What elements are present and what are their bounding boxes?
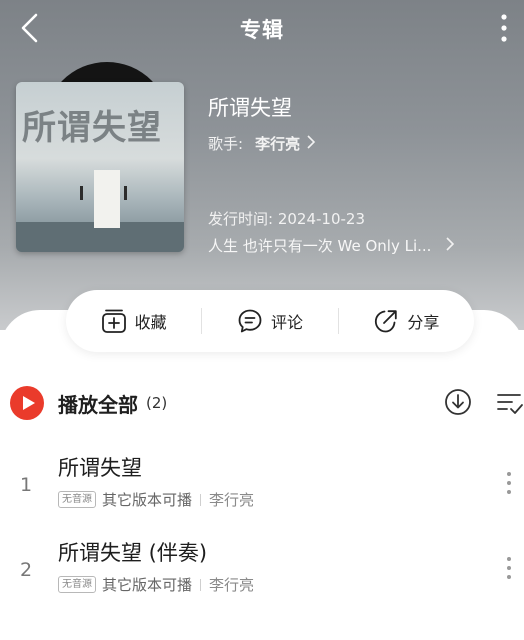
page-title: 专辑 bbox=[240, 18, 284, 42]
share-icon bbox=[375, 310, 398, 333]
comment-icon bbox=[238, 309, 262, 333]
track-meta: 无音源 其它版本可播 李行亮 bbox=[58, 574, 254, 595]
chevron-right-icon bbox=[306, 135, 316, 153]
track-more-button[interactable] bbox=[502, 468, 516, 498]
play-all-button[interactable]: 播放全部 (2) bbox=[10, 384, 167, 422]
play-all-label: 播放全部 bbox=[58, 392, 138, 417]
collect-button[interactable]: 收藏 bbox=[66, 290, 201, 352]
track-more-button[interactable] bbox=[502, 553, 516, 583]
cover-door-art bbox=[94, 170, 120, 228]
no-source-badge: 无音源 bbox=[58, 576, 96, 593]
album-description: 人生 也许只有一次 We Only Li... bbox=[208, 237, 432, 255]
top-bar: 专辑 bbox=[0, 0, 524, 56]
collect-icon bbox=[101, 309, 126, 333]
track-number: 1 bbox=[19, 474, 33, 496]
track-artist: 李行亮 bbox=[209, 491, 255, 509]
more-vertical-icon bbox=[501, 14, 507, 42]
track-title: 所谓失望 (伴奏) bbox=[58, 541, 208, 565]
track-title: 所谓失望 bbox=[58, 456, 142, 480]
more-button[interactable] bbox=[494, 10, 514, 46]
track-row[interactable]: 1 所谓失望 无音源 其它版本可播 李行亮 bbox=[0, 448, 524, 518]
cover-title-art: 所谓失望 bbox=[22, 108, 162, 148]
track-count: (2) bbox=[146, 394, 168, 412]
more-vertical-icon bbox=[507, 557, 511, 579]
availability-note: 其它版本可播 bbox=[102, 576, 193, 594]
download-button[interactable] bbox=[443, 387, 473, 417]
album-cover[interactable]: 所谓失望 bbox=[16, 82, 184, 252]
track-number: 2 bbox=[19, 559, 33, 581]
divider bbox=[200, 493, 202, 506]
album-actions-bar: 收藏 评论 分享 bbox=[66, 290, 474, 352]
release-date: 发行时间: 2024-10-23 bbox=[208, 210, 365, 228]
share-button[interactable]: 分享 bbox=[339, 290, 474, 352]
availability-note: 其它版本可播 bbox=[102, 491, 193, 509]
collect-label: 收藏 bbox=[134, 313, 167, 332]
divider bbox=[200, 578, 202, 591]
chevron-right-icon bbox=[445, 237, 455, 255]
multi-select-icon bbox=[497, 394, 523, 414]
artist-label: 歌手: bbox=[208, 135, 244, 153]
comment-label: 评论 bbox=[270, 313, 303, 332]
no-source-badge: 无音源 bbox=[58, 491, 96, 508]
download-icon bbox=[445, 389, 471, 415]
more-vertical-icon bbox=[507, 472, 511, 494]
comment-button[interactable]: 评论 bbox=[202, 290, 337, 352]
artist-link[interactable]: 歌手: 李行亮 bbox=[208, 133, 316, 154]
multi-select-button[interactable] bbox=[494, 388, 524, 418]
album-description-link[interactable]: 人生 也许只有一次 We Only Li... bbox=[208, 235, 455, 256]
album-name: 所谓失望 bbox=[208, 96, 292, 120]
play-icon bbox=[10, 386, 44, 420]
artist-name: 李行亮 bbox=[255, 135, 301, 153]
track-row[interactable]: 2 所谓失望 (伴奏) 无音源 其它版本可播 李行亮 bbox=[0, 533, 524, 603]
track-meta: 无音源 其它版本可播 李行亮 bbox=[58, 489, 254, 510]
share-label: 分享 bbox=[407, 313, 440, 332]
track-artist: 李行亮 bbox=[209, 576, 255, 594]
cover-figure-art bbox=[124, 186, 127, 200]
cover-figure-art bbox=[80, 186, 83, 200]
